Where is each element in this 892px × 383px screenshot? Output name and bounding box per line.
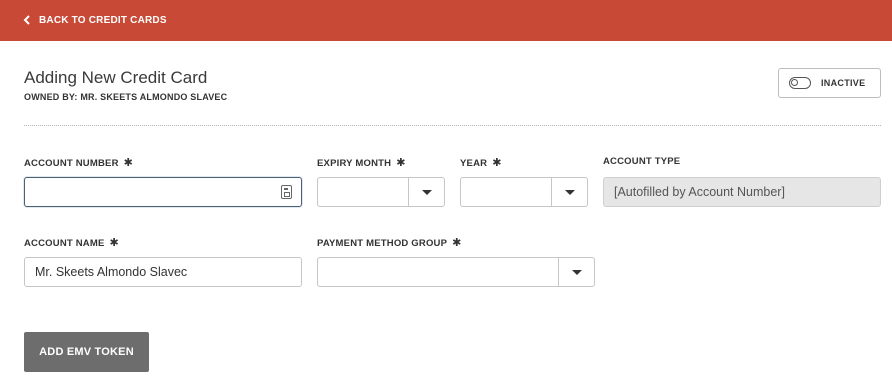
- card-icon[interactable]: [281, 185, 292, 199]
- payment-method-group-select[interactable]: [317, 257, 595, 287]
- year-select[interactable]: [460, 177, 588, 207]
- required-icon: ✱: [492, 157, 502, 169]
- account-type-field: [Autofilled by Account Number]: [603, 177, 881, 207]
- section-divider: [24, 125, 881, 126]
- status-label: INACTIVE: [821, 78, 866, 88]
- page-title: Adding New Credit Card: [24, 68, 208, 87]
- status-toggle-button[interactable]: INACTIVE: [778, 68, 881, 98]
- toggle-off-icon: [789, 77, 811, 89]
- year-label: YEAR ✱: [460, 157, 502, 169]
- account-type-label: ACCOUNT TYPE: [603, 156, 681, 167]
- expiry-month-select[interactable]: [317, 177, 445, 207]
- account-number-label: ACCOUNT NUMBER ✱: [24, 157, 134, 169]
- chevron-down-icon[interactable]: [558, 258, 594, 286]
- chevron-down-icon[interactable]: [408, 178, 444, 206]
- chevron-down-icon[interactable]: [551, 178, 587, 206]
- back-to-credit-cards-link[interactable]: BACK TO CREDIT CARDS: [22, 14, 167, 26]
- top-bar: BACK TO CREDIT CARDS: [0, 0, 892, 41]
- chevron-left-icon: [22, 14, 32, 26]
- account-number-input[interactable]: [24, 177, 302, 207]
- required-icon: ✱: [396, 157, 406, 169]
- account-name-label: ACCOUNT NAME ✱: [24, 237, 119, 249]
- expiry-month-label: EXPIRY MONTH ✱: [317, 157, 406, 169]
- owner-subtitle: OWNED BY: MR. SKEETS ALMONDO SLAVEC: [24, 92, 228, 102]
- back-link-label: BACK TO CREDIT CARDS: [39, 14, 167, 26]
- required-icon: ✱: [452, 237, 462, 249]
- payment-method-group-label: PAYMENT METHOD GROUP ✱: [317, 237, 462, 249]
- account-name-input[interactable]: Mr. Skeets Almondo Slavec: [24, 257, 302, 287]
- add-emv-token-button[interactable]: ADD EMV TOKEN: [24, 332, 149, 372]
- required-icon: ✱: [123, 157, 134, 169]
- required-icon: ✱: [109, 237, 119, 249]
